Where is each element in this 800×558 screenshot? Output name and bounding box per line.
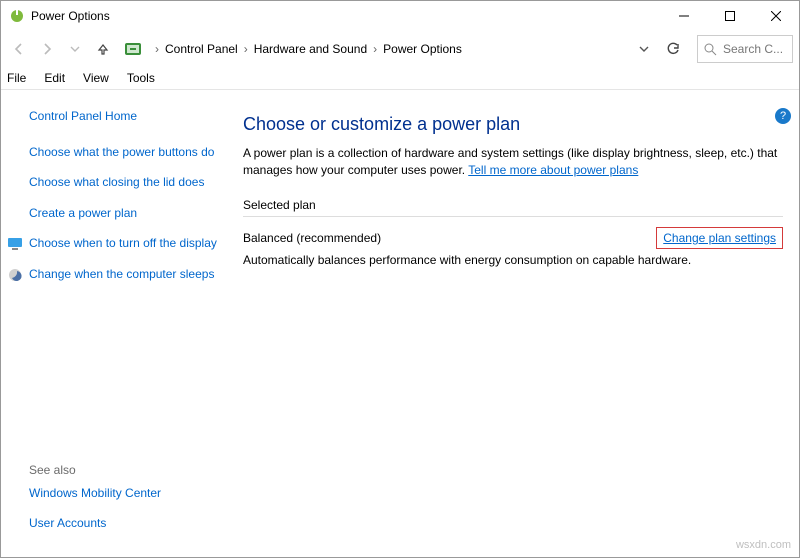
chevron-right-icon: › bbox=[244, 42, 248, 56]
crumb-power-options[interactable]: Power Options bbox=[381, 40, 464, 58]
app-icon bbox=[9, 8, 25, 24]
window-title: Power Options bbox=[31, 9, 661, 23]
intro-text: A power plan is a collection of hardware… bbox=[243, 145, 783, 180]
sidebar-create-power-plan[interactable]: Create a power plan bbox=[29, 205, 137, 221]
menubar: File Edit View Tools bbox=[1, 67, 799, 90]
breadcrumb[interactable]: › Control Panel › Hardware and Sound › P… bbox=[151, 40, 631, 58]
maximize-button[interactable] bbox=[707, 1, 753, 31]
up-button[interactable] bbox=[91, 37, 115, 61]
sidebar: Control Panel Home Choose what the power… bbox=[1, 90, 233, 557]
sidebar-choose-power-buttons[interactable]: Choose what the power buttons do bbox=[29, 144, 214, 160]
main-panel: Choose or customize a power plan A power… bbox=[233, 90, 799, 557]
crumb-hardware-sound[interactable]: Hardware and Sound bbox=[252, 40, 369, 58]
minimize-button[interactable] bbox=[661, 1, 707, 31]
link-tell-me-more[interactable]: Tell me more about power plans bbox=[468, 163, 638, 177]
search-icon bbox=[704, 43, 717, 56]
search-placeholder: Search C... bbox=[723, 42, 783, 56]
watermark: wsxdn.com bbox=[736, 539, 791, 551]
chevron-right-icon: › bbox=[155, 42, 159, 56]
forward-button[interactable] bbox=[35, 37, 59, 61]
search-input[interactable]: Search C... bbox=[697, 35, 793, 63]
sidebar-computer-sleeps[interactable]: Change when the computer sleeps bbox=[29, 266, 214, 282]
chevron-right-icon: › bbox=[373, 42, 377, 56]
link-change-plan-settings[interactable]: Change plan settings bbox=[656, 227, 783, 249]
menu-tools[interactable]: Tools bbox=[127, 71, 155, 85]
plan-name: Balanced (recommended) bbox=[243, 231, 381, 245]
plan-description: Automatically balances performance with … bbox=[243, 253, 783, 267]
refresh-button[interactable] bbox=[659, 35, 687, 63]
menu-edit[interactable]: Edit bbox=[44, 71, 65, 85]
see-also-label: See also bbox=[29, 463, 219, 477]
sleep-icon bbox=[7, 267, 23, 283]
recent-locations-dropdown[interactable] bbox=[63, 37, 87, 61]
address-dropdown[interactable] bbox=[635, 37, 653, 61]
selected-plan-label: Selected plan bbox=[243, 198, 783, 217]
help-icon[interactable]: ? bbox=[775, 108, 791, 124]
back-button[interactable] bbox=[7, 37, 31, 61]
close-button[interactable] bbox=[753, 1, 799, 31]
display-icon bbox=[7, 236, 23, 252]
menu-file[interactable]: File bbox=[7, 71, 26, 85]
sidebar-user-accounts[interactable]: User Accounts bbox=[29, 515, 106, 531]
location-icon bbox=[123, 39, 143, 59]
page-title: Choose or customize a power plan bbox=[243, 114, 783, 135]
sidebar-mobility-center[interactable]: Windows Mobility Center bbox=[29, 485, 161, 501]
sidebar-control-panel-home[interactable]: Control Panel Home bbox=[29, 108, 137, 124]
sidebar-turn-off-display[interactable]: Choose when to turn off the display bbox=[29, 235, 217, 251]
crumb-control-panel[interactable]: Control Panel bbox=[163, 40, 240, 58]
sidebar-choose-closing-lid[interactable]: Choose what closing the lid does bbox=[29, 174, 204, 190]
menu-view[interactable]: View bbox=[83, 71, 109, 85]
